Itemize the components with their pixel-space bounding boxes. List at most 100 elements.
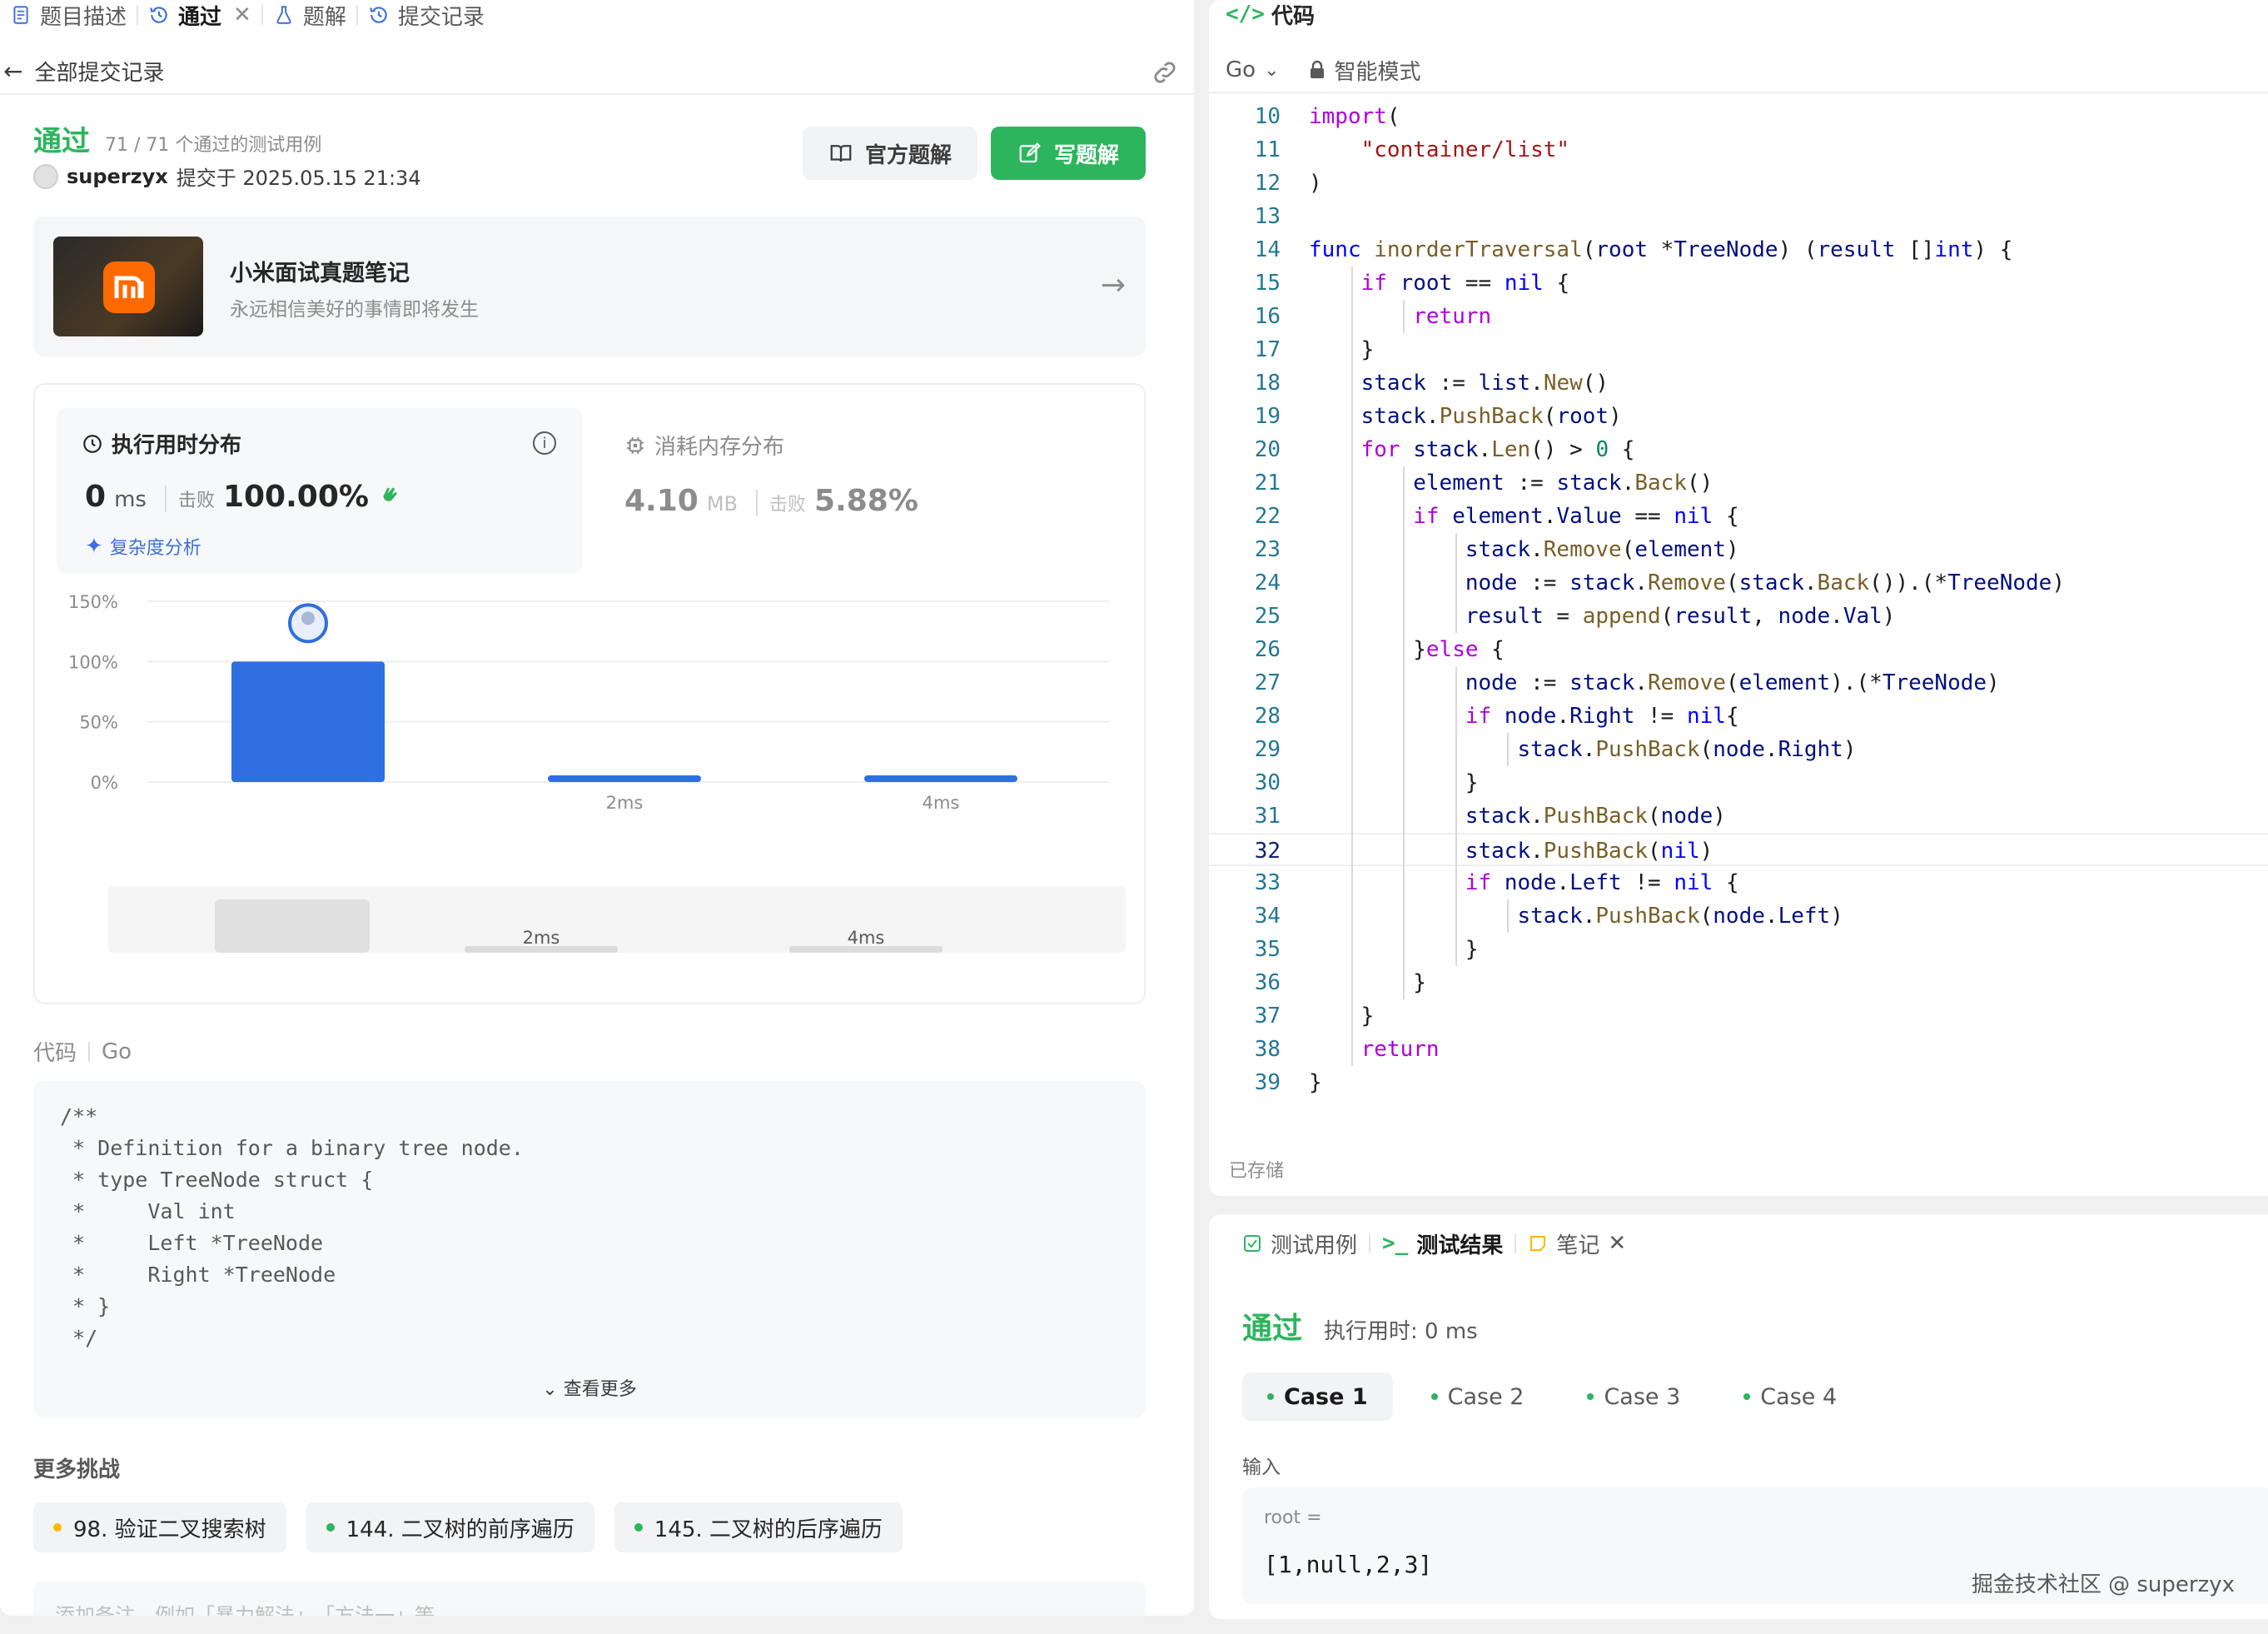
runtime-title: 执行用时分布 — [82, 428, 241, 459]
code-line[interactable]: 26 }else { — [1209, 633, 2268, 666]
username[interactable]: superzyx — [67, 165, 168, 188]
case-tab[interactable]: Case 4 — [1718, 1372, 1862, 1421]
code-line[interactable]: 31 stack.PushBack(node) — [1209, 800, 2268, 833]
code-line[interactable]: 21 element := stack.Back() — [1209, 466, 2268, 500]
line-number: 31 — [1254, 804, 1281, 829]
code-line[interactable]: 22 if element.Value == nil { — [1209, 500, 2268, 533]
challenge-chip[interactable]: 145. 二叉树的后序遍历 — [614, 1502, 903, 1552]
case-tab[interactable]: Case 1 — [1242, 1372, 1393, 1421]
write-solution-button[interactable]: 写题解 — [991, 127, 1146, 180]
case-label: Case 1 — [1284, 1383, 1368, 1410]
minimap-window — [215, 899, 370, 953]
runtime-card[interactable]: 执行用时分布 i 0 ms 击败 100.00% ✦ 复杂度分析 — [57, 408, 583, 573]
note-icon — [1530, 1236, 1546, 1251]
code-line: * Definition for a binary tree node. — [60, 1136, 524, 1160]
chevron-down-icon: ⌄ — [1264, 59, 1280, 81]
test-status-badge: 通过 — [1242, 1312, 1303, 1346]
case-tab[interactable]: Case 2 — [1406, 1372, 1549, 1421]
tab-notes[interactable]: 笔记 ✕ — [1516, 1228, 1638, 1259]
line-number: 37 — [1254, 1004, 1281, 1029]
code-line[interactable]: 27 node := stack.Remove(element).(*TreeN… — [1209, 666, 2268, 700]
info-icon[interactable]: i — [533, 431, 556, 455]
tab-accepted[interactable]: 通过 ✕ — [138, 0, 261, 30]
all-submissions-link[interactable]: 全部提交记录 — [34, 56, 164, 87]
code-line: * Val int — [60, 1199, 236, 1223]
code-line[interactable]: 28 if node.Right != nil{ — [1209, 700, 2268, 733]
case-label: Case 3 — [1604, 1383, 1681, 1410]
challenge-chip[interactable]: 98. 验证二叉搜索树 — [33, 1502, 286, 1552]
y-tick-label: 0% — [91, 773, 118, 793]
code-line[interactable]: 15 if root == nil { — [1209, 267, 2268, 300]
case-tab[interactable]: Case 3 — [1562, 1372, 1705, 1421]
code-line[interactable]: 23 stack.Remove(element) — [1209, 533, 2268, 566]
line-source: } — [1309, 1070, 1322, 1095]
chevron-down-icon: ⌄ — [542, 1379, 558, 1400]
code-line[interactable]: 20 for stack.Len() > 0 { — [1209, 433, 2268, 466]
arrow-right-icon[interactable]: → — [1101, 268, 1126, 302]
back-arrow-icon[interactable]: ← — [3, 57, 22, 85]
line-number: 36 — [1254, 970, 1281, 995]
tab-testcases[interactable]: 测试用例 — [1231, 1228, 1369, 1259]
line-number: 29 — [1254, 737, 1281, 762]
input-key: root = — [1264, 1507, 1322, 1528]
view-more-button[interactable]: ⌄ 查看更多 — [33, 1374, 1146, 1401]
code-line[interactable]: 16 return — [1209, 300, 2268, 333]
tab-solutions[interactable]: 题解 — [263, 0, 356, 30]
code-line[interactable]: 17 } — [1209, 333, 2268, 366]
challenge-chip[interactable]: 144. 二叉树的前序遍历 — [306, 1502, 594, 1552]
code-header: 代码 Go — [33, 1036, 132, 1067]
complexity-analysis-link[interactable]: ✦ 复杂度分析 — [85, 533, 201, 560]
code-editor-panel: </> 代码 Go ⌄ 智能模式 10 import(11 "container/… — [1209, 0, 2268, 1196]
tab-test-result[interactable]: >_ 测试结果 — [1370, 1228, 1514, 1259]
submit-time: 提交于 2025.05.15 21:34 — [176, 167, 421, 190]
tab-description[interactable]: 题目描述 — [0, 0, 137, 30]
code-line[interactable]: 19 stack.PushBack(root) — [1209, 400, 2268, 433]
code-line[interactable]: 39} — [1209, 1066, 2268, 1099]
code-line[interactable]: 32 stack.PushBack(nil) — [1209, 833, 2268, 866]
avatar[interactable] — [33, 163, 58, 189]
code-label: 代码 — [33, 1041, 77, 1066]
code-line[interactable]: 18 stack := list.New() — [1209, 366, 2268, 400]
memory-title: 消耗内存分布 — [624, 430, 918, 461]
language-select[interactable]: Go ⌄ — [1226, 57, 1280, 82]
tab-label: 测试结果 — [1416, 1233, 1504, 1258]
code-line[interactable]: 25 result = append(result, node.Val) — [1209, 600, 2268, 633]
line-source: } — [1309, 337, 1375, 362]
x-tick-label: 4ms — [923, 793, 960, 813]
banner-description: 永远相信美好的事情即将发生 — [230, 299, 479, 321]
close-icon[interactable]: ✕ — [1608, 1231, 1626, 1256]
code-line[interactable]: 30 } — [1209, 766, 2268, 800]
code-line[interactable]: 14 func inorderTraversal(root *TreeNode) … — [1209, 233, 2268, 267]
beat-label: 击败 — [756, 490, 806, 516]
code-line[interactable]: 37 } — [1209, 999, 2268, 1033]
submission-panel: 题目描述 通过 ✕ 题解 提交记录 ← 全部提交记录 通过 71 / 71 个通… — [0, 0, 1194, 1616]
runtime-beat: 100.00% — [222, 480, 369, 514]
note-input[interactable]: 添加备注，例如「暴力解法」、「方法一」等 — [33, 1582, 1146, 1616]
code-line[interactable]: 24 node := stack.Remove(stack.Back()).(*… — [1209, 566, 2268, 600]
code-line[interactable]: 34 stack.PushBack(node.Left) — [1209, 899, 2268, 933]
line-number: 35 — [1254, 937, 1281, 962]
view-more-label: 查看更多 — [563, 1379, 637, 1400]
close-icon[interactable]: ✕ — [233, 2, 251, 27]
line-number: 22 — [1254, 504, 1281, 529]
mode-toggle[interactable]: 智能模式 — [1308, 55, 1421, 86]
code-line[interactable]: 13 — [1209, 200, 2268, 233]
code-line[interactable]: 29 stack.PushBack(node.Right) — [1209, 733, 2268, 766]
link-icon[interactable] — [1151, 58, 1179, 87]
code-line[interactable]: 10 import( — [1209, 100, 2268, 133]
memory-unit: MB — [706, 492, 738, 516]
code-line[interactable]: 33 if node.Left != nil { — [1209, 866, 2268, 899]
code-line[interactable]: 38 return — [1209, 1033, 2268, 1066]
memory-values: 4.10 MB 击败 5.88% — [624, 484, 918, 518]
code-line[interactable]: 12) — [1209, 167, 2268, 200]
test-status: 通过 执行用时: 0 ms — [1242, 1304, 1478, 1348]
official-solution-button[interactable]: 官方题解 — [803, 127, 977, 180]
code-line[interactable]: 36 } — [1209, 966, 2268, 999]
indent-guide — [1507, 899, 1510, 933]
code-line[interactable]: 11 "container/list" — [1209, 133, 2268, 167]
line-source: stack.Remove(element) — [1465, 537, 1739, 562]
tab-submissions[interactable]: 提交记录 — [358, 0, 495, 30]
memory-card[interactable]: 消耗内存分布 4.10 MB 击败 5.88% — [624, 430, 918, 518]
promo-banner[interactable]: 小米面试真题笔记 永远相信美好的事情即将发生 → — [33, 217, 1146, 356]
code-line[interactable]: 35 } — [1209, 933, 2268, 966]
